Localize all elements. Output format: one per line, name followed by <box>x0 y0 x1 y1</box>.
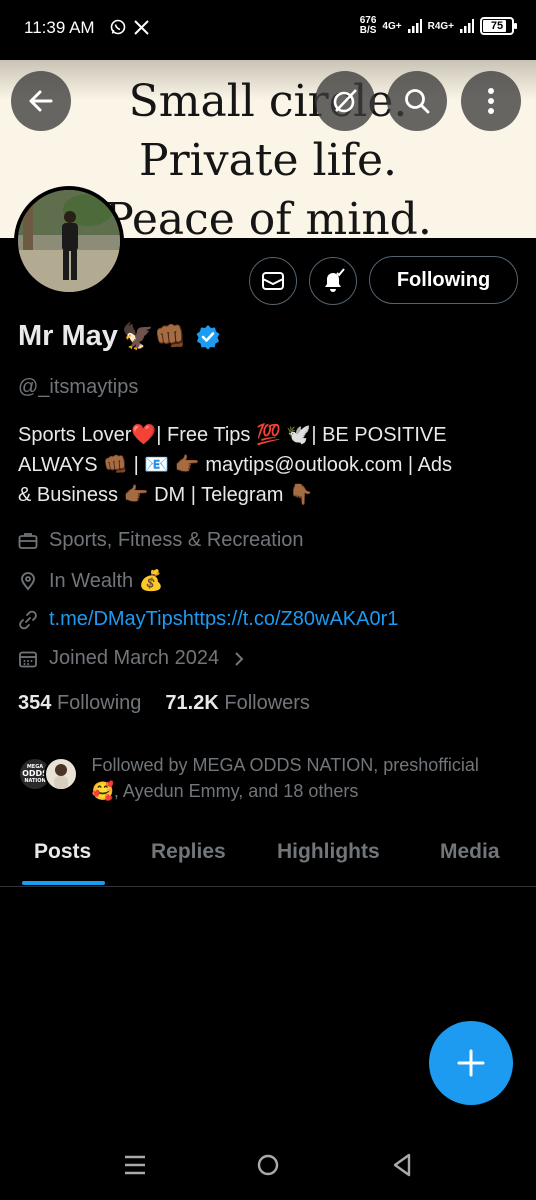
profile-bio: Sports Lover❤️| Free Tips 💯 🕊️| BE POSIT… <box>18 424 453 506</box>
followed-by[interactable]: MEGA ODDS NATION Followed by MEGA ODDS N… <box>18 752 518 804</box>
android-nav-bar <box>0 1130 536 1200</box>
signal-icon <box>407 19 422 33</box>
location-pin-icon <box>21 571 35 590</box>
verified-badge-icon[interactable] <box>195 324 221 350</box>
signal-icon-2 <box>460 19 474 33</box>
compose-button[interactable] <box>429 1021 513 1105</box>
back-button[interactable] <box>11 71 71 131</box>
search-button[interactable] <box>387 71 447 131</box>
briefcase-icon <box>18 532 38 549</box>
active-tab-indicator <box>22 881 105 885</box>
tab-posts[interactable]: Posts <box>34 840 91 864</box>
profile-name-row: Mr May 🦅👊🏾 <box>18 320 221 353</box>
search-icon <box>405 89 430 114</box>
follower-avatars: MEGA ODDS NATION <box>18 752 83 792</box>
back-arrow-icon <box>29 90 53 112</box>
follow-counts: 354 Following 71.2K Followers <box>18 692 310 715</box>
notifications-button[interactable] <box>309 257 357 305</box>
followed-by-text: Followed by MEGA ODDS NATION, preshoffic… <box>91 755 479 801</box>
profile-name: Mr May <box>18 320 118 352</box>
grok-icon <box>333 89 357 113</box>
profile-link-row: t.me/DMayTipshttps://t.co/Z80wAKA0r1 <box>18 608 398 631</box>
grok-button[interactable] <box>315 71 375 131</box>
mail-icon <box>262 272 284 290</box>
network-type-2: R4G+ <box>427 20 454 32</box>
avatar[interactable] <box>14 186 124 296</box>
profile-name-emoji: 🦅👊🏾 <box>121 321 187 352</box>
bell-icon <box>325 268 345 292</box>
x-icon <box>134 19 149 35</box>
profile-location: In Wealth 💰 <box>18 568 164 593</box>
status-bar: 11:39 AM 676 B/S 4G+ R4G+ 75 <box>0 0 536 60</box>
network-speed: 676 B/S <box>359 15 377 36</box>
status-right-icons: 676 B/S 4G+ R4G+ 75 <box>359 15 517 36</box>
profile-joined[interactable]: Joined March 2024 <box>18 647 256 670</box>
calendar-icon <box>19 651 37 667</box>
more-button[interactable] <box>461 71 521 131</box>
tab-media[interactable]: Media <box>440 840 500 864</box>
profile-tabs: Posts Replies Highlights Media <box>0 820 536 887</box>
tab-highlights[interactable]: Highlights <box>277 840 380 864</box>
recents-icon[interactable] <box>124 1154 146 1176</box>
profile-handle: @_itsmaytips <box>18 376 139 398</box>
profile-category: Sports, Fitness & Recreation <box>18 529 304 552</box>
chevron-right-icon <box>235 651 244 666</box>
network-type-1: 4G+ <box>382 20 402 32</box>
followers-count[interactable]: 71.2K Followers <box>165 692 310 715</box>
home-icon[interactable] <box>256 1153 280 1177</box>
following-count[interactable]: 354 Following <box>18 692 141 715</box>
more-vertical-icon <box>488 88 494 114</box>
status-time: 11:39 AM <box>24 18 95 37</box>
battery-icon: 75 <box>480 17 517 35</box>
message-button[interactable] <box>249 257 297 305</box>
follower-avatar-2 <box>44 757 78 791</box>
status-notification-icons <box>110 19 149 35</box>
link-icon <box>19 610 37 629</box>
whatsapp-icon <box>110 19 126 35</box>
plus-icon <box>457 1049 485 1077</box>
back-icon[interactable] <box>391 1152 413 1178</box>
profile-link[interactable]: t.me/DMayTipshttps://t.co/Z80wAKA0r1 <box>49 608 398 631</box>
tab-replies[interactable]: Replies <box>151 840 226 864</box>
following-button[interactable]: Following <box>369 256 518 304</box>
